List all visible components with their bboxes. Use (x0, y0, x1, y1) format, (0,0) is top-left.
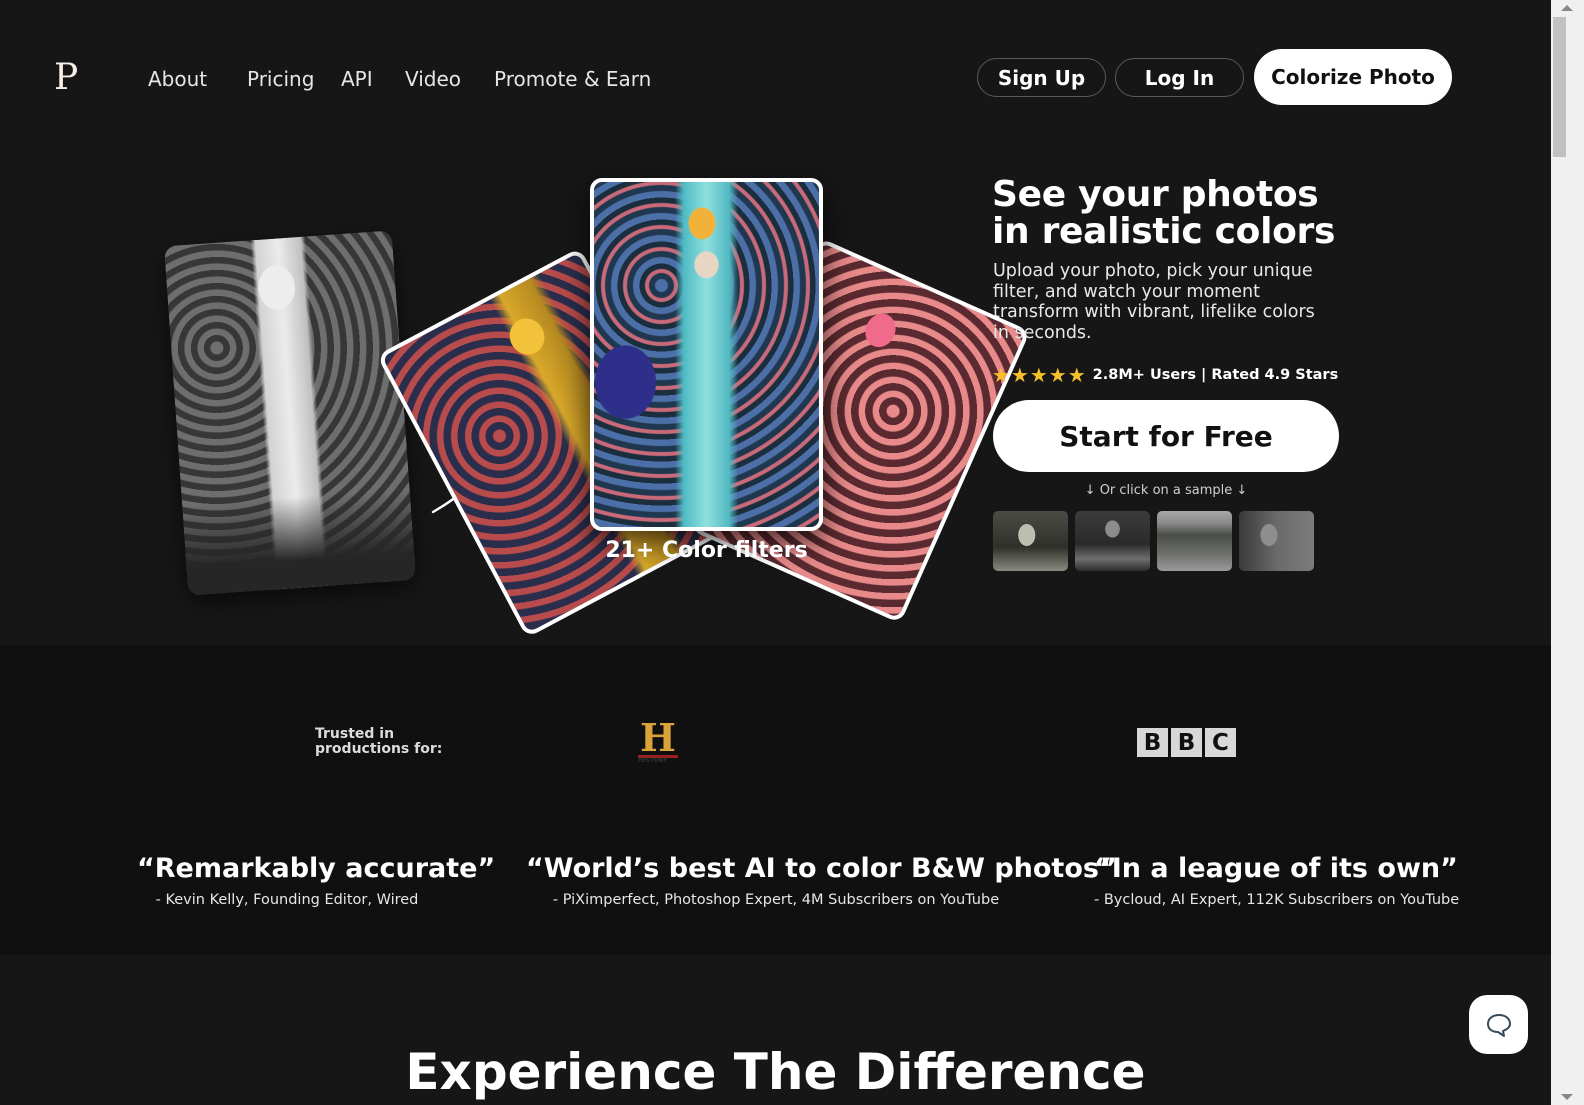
bbc-letter: C (1205, 728, 1236, 757)
nav-video[interactable]: Video (405, 66, 461, 92)
sample-photo-2[interactable] (1075, 511, 1150, 571)
star-rating-icon: ★★★★★ (992, 363, 1087, 387)
sign-up-button[interactable]: Sign Up (977, 58, 1106, 97)
sample-photo-4[interactable] (1239, 511, 1314, 571)
log-in-button[interactable]: Log In (1115, 58, 1244, 97)
scrollbar[interactable] (1551, 0, 1584, 1105)
quote-author: - Bycloud, AI Expert, 112K Subscribers o… (1094, 892, 1460, 908)
quote-2: “World’s best AI to color B&W photos” - … (526, 852, 1117, 908)
colorize-photo-button[interactable]: Colorize Photo (1254, 49, 1452, 105)
quote-author: - PiXimperfect, Photoshop Expert, 4M Sub… (552, 892, 1000, 908)
quote-text: “Remarkably accurate” (137, 853, 496, 884)
filter-card-main (590, 178, 823, 531)
nav-about[interactable]: About (148, 66, 207, 92)
trusted-label: Trusted in productions for: (315, 726, 443, 757)
quote-3: “In a league of its own” - Bycloud, AI E… (1094, 852, 1460, 908)
chat-bubble-icon (1486, 1013, 1511, 1037)
color-filters-label: 21+ Color filters (605, 538, 808, 563)
history-text: HISTORY (638, 757, 668, 764)
nav-api[interactable]: API (341, 66, 373, 92)
quote-author: - Kevin Kelly, Founding Editor, Wired (155, 892, 419, 908)
sample-hint: ↓ Or click on a sample ↓ (1084, 483, 1248, 498)
chat-button[interactable] (1469, 995, 1528, 1054)
history-h-letter: H (640, 715, 676, 760)
trusted-section: Trusted in productions for: H HISTORY B … (0, 645, 1551, 955)
start-for-free-button[interactable]: Start for Free (993, 400, 1339, 472)
nav-pricing[interactable]: Pricing (247, 66, 314, 92)
bbc-letter: B (1137, 728, 1168, 757)
bw-photo (164, 230, 416, 596)
page: P About Pricing API Video Promote & Earn… (0, 0, 1551, 1105)
quote-text: “In a league of its own” (1094, 853, 1458, 884)
quote-1: “Remarkably accurate” - Kevin Kelly, Fou… (137, 852, 496, 908)
nav-promote-earn[interactable]: Promote & Earn (494, 66, 651, 92)
hero-subtitle: Upload your photo, pick your unique filt… (993, 261, 1315, 343)
sample-list (993, 511, 1314, 571)
sample-photo-1[interactable] (993, 511, 1068, 571)
bbc-logo: B B C (1137, 728, 1236, 757)
experience-title: Experience The Difference (405, 1043, 1146, 1101)
quote-text: “World’s best AI to color B&W photos” (526, 853, 1117, 884)
scroll-up-arrow-icon[interactable] (1561, 5, 1573, 11)
sample-photo-3[interactable] (1157, 511, 1232, 571)
hero-title: See your photos in realistic colors (992, 174, 1336, 252)
rating: ★★★★★ 2.8M+ Users | Rated 4.9 Stars (992, 363, 1338, 387)
logo[interactable]: P (54, 58, 78, 98)
scroll-thumb[interactable] (1553, 17, 1566, 157)
bbc-letter: B (1171, 728, 1202, 757)
rating-text: 2.8M+ Users | Rated 4.9 Stars (1092, 367, 1339, 383)
scroll-down-arrow-icon[interactable] (1561, 1094, 1573, 1100)
history-logo: H HISTORY (636, 715, 680, 764)
